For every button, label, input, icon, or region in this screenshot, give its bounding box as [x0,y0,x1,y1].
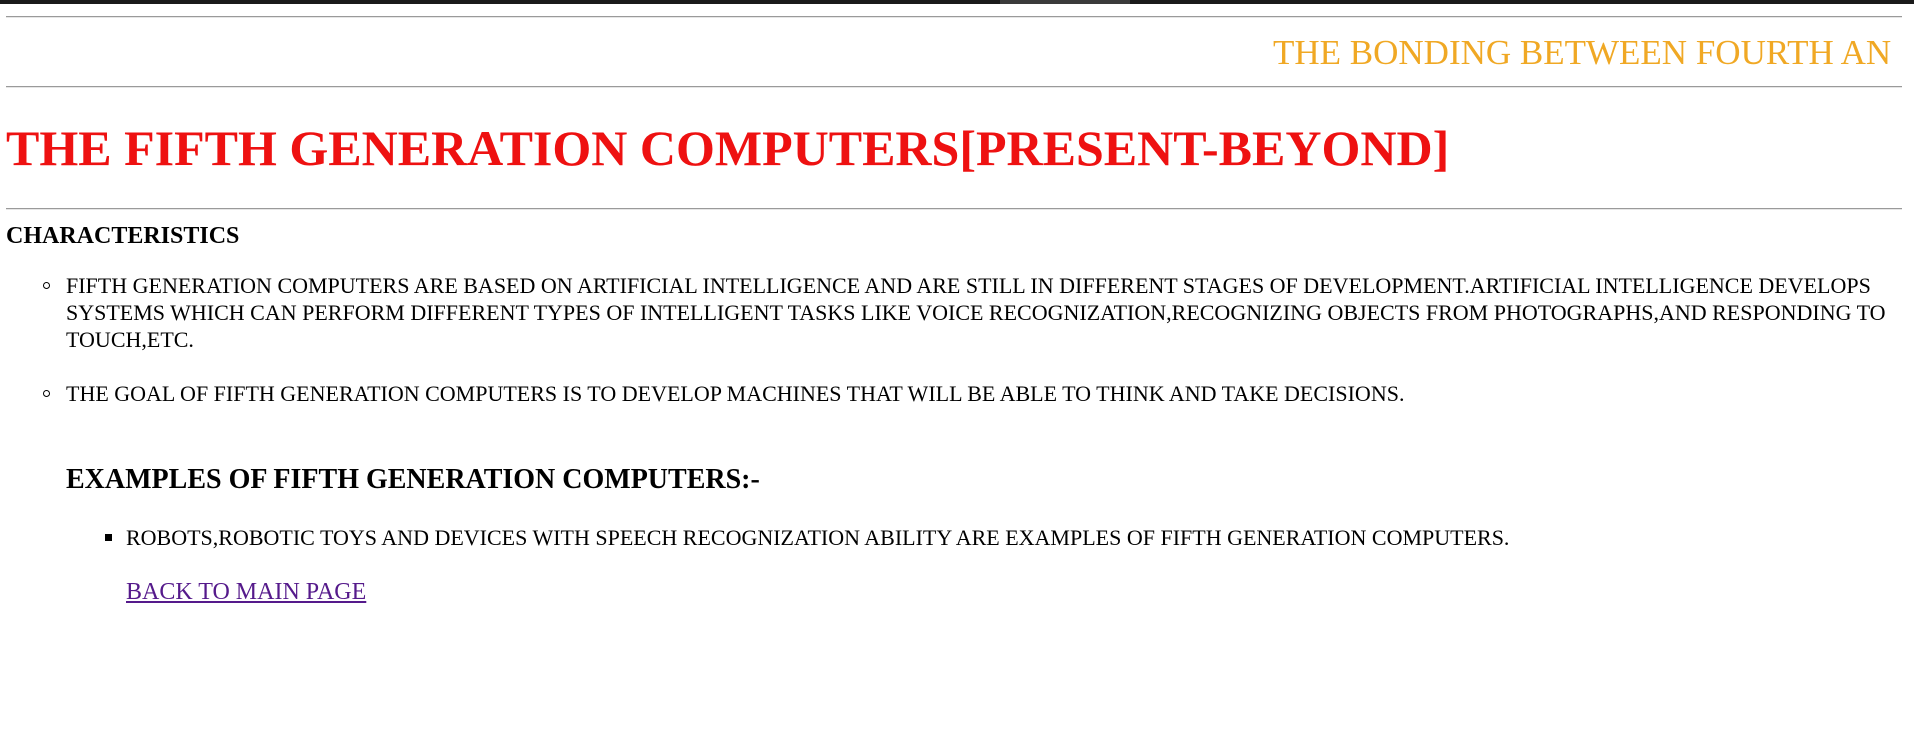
square-bullet-icon [105,534,112,541]
list-item: FIFTH GENERATION COMPUTERS ARE BASED ON … [6,272,1896,353]
list-item: THE GOAL OF FIFTH GENERATION COMPUTERS I… [6,380,1896,407]
back-to-main-page-link[interactable]: BACK TO MAIN PAGE [126,577,366,607]
horizontal-rule-marquee-bottom [6,86,1902,88]
characteristics-list: FIFTH GENERATION COMPUTERS ARE BASED ON … [6,272,1896,434]
list-item-text: ROBOTS,ROBOTIC TOYS AND DEVICES WITH SPE… [126,525,1510,550]
examples-heading: EXAMPLES OF FIFTH GENERATION COMPUTERS:- [66,464,760,495]
page-body: THE BONDING BETWEEN FOURTH AN THE FIFTH … [0,0,1914,746]
marquee-banner: THE BONDING BETWEEN FOURTH AN [6,31,1902,75]
marquee-text: THE BONDING BETWEEN FOURTH AN [1273,33,1892,72]
characteristics-heading: CHARACTERISTICS [6,223,240,249]
horizontal-rule-top [6,16,1902,18]
page-title: THE FIFTH GENERATION COMPUTERS[PRESENT-B… [6,120,1450,176]
circle-bullet-icon [43,390,50,397]
list-item-text: THE GOAL OF FIFTH GENERATION COMPUTERS I… [66,381,1405,406]
examples-list: ROBOTS,ROBOTIC TOYS AND DEVICES WITH SPE… [66,524,1896,551]
list-item: ROBOTS,ROBOTIC TOYS AND DEVICES WITH SPE… [66,524,1896,551]
horizontal-rule-title-bottom [6,208,1902,210]
circle-bullet-icon [43,282,50,289]
list-item-text: FIFTH GENERATION COMPUTERS ARE BASED ON … [66,273,1886,352]
